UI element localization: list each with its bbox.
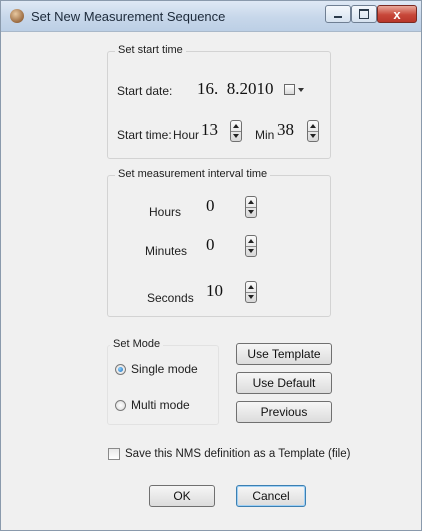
start-time-group: Set start time [107, 44, 331, 159]
start-time-label: Start time: [117, 128, 172, 142]
close-button[interactable]: x [377, 5, 417, 23]
hour-spin-icon[interactable] [230, 120, 242, 142]
use-template-button[interactable]: Use Template [236, 343, 332, 365]
single-mode-label[interactable]: Single mode [131, 362, 198, 376]
min-label: Min [255, 128, 275, 142]
mode-group-label: Set Mode [110, 338, 164, 350]
mode-group: Set Mode [107, 338, 219, 425]
title-bar[interactable]: Set New Measurement Sequence x [1, 1, 421, 32]
hours-label: Hours [149, 205, 182, 219]
dropdown-arrow-icon [298, 88, 304, 92]
save-template-checkbox[interactable] [108, 448, 120, 460]
seconds-spin-icon[interactable] [245, 281, 257, 303]
start-date-field[interactable]: 16. 8.2010 [197, 79, 274, 99]
start-time-group-label: Set start time [115, 44, 186, 56]
minutes-spin-icon[interactable] [245, 235, 257, 257]
hour-input[interactable]: 13 [201, 120, 218, 140]
date-picker-button[interactable] [284, 83, 306, 97]
cancel-button[interactable]: Cancel [236, 485, 306, 507]
window-title: Set New Measurement Sequence [31, 9, 226, 24]
use-default-button[interactable]: Use Default [236, 372, 332, 394]
min-input[interactable]: 38 [277, 120, 294, 140]
minutes-input[interactable]: 0 [206, 235, 215, 255]
multi-mode-label[interactable]: Multi mode [131, 398, 190, 412]
save-template-label[interactable]: Save this NMS definition as a Template (… [125, 448, 350, 460]
multi-mode-radio[interactable] [115, 400, 126, 411]
hours-input[interactable]: 0 [206, 196, 215, 216]
start-date-label: Start date: [117, 84, 173, 98]
app-icon [10, 9, 24, 23]
interval-group-label: Set measurement interval time [115, 168, 271, 180]
maximize-button[interactable] [351, 5, 377, 23]
close-icon: x [393, 6, 401, 22]
previous-button[interactable]: Previous [236, 401, 332, 423]
minimize-button[interactable] [325, 5, 351, 23]
single-mode-radio[interactable] [115, 364, 126, 375]
calendar-icon [284, 84, 295, 95]
hour-label: Hour [173, 128, 200, 142]
maximize-icon [359, 9, 369, 19]
seconds-input[interactable]: 10 [206, 281, 223, 301]
hours-spin-icon[interactable] [245, 196, 257, 218]
seconds-label: Seconds [147, 291, 194, 305]
ok-button[interactable]: OK [149, 485, 215, 507]
min-spin-icon[interactable] [307, 120, 319, 142]
minutes-label: Minutes [145, 244, 188, 258]
minimize-icon [334, 16, 342, 18]
dialog-window: Set New Measurement Sequence x Set start… [0, 0, 422, 531]
